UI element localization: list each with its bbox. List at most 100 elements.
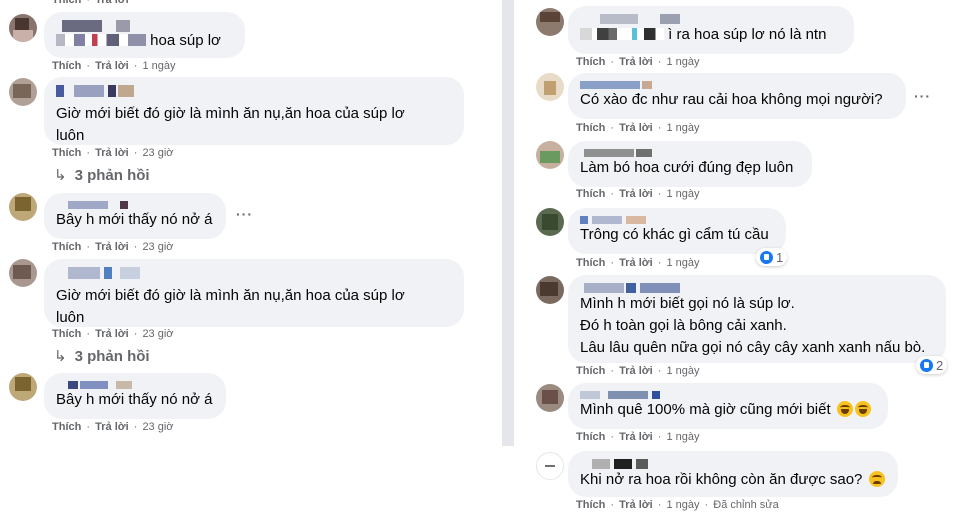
blurred-username[interactable] <box>580 459 886 469</box>
comment-actions: Thích · Trả lời · 23 giờ <box>52 147 174 159</box>
comment-timestamp[interactable]: 1 ngày <box>666 257 699 269</box>
like-link[interactable]: Thích <box>52 0 81 6</box>
reply-arrow-icon: ↳ <box>54 348 67 365</box>
like-reaction-icon <box>760 250 773 264</box>
blurred-username[interactable] <box>56 267 452 281</box>
blurred-username[interactable] <box>56 85 452 99</box>
avatar[interactable] <box>536 73 564 101</box>
comment-timestamp[interactable]: 23 giờ <box>142 421 173 433</box>
comment-timestamp[interactable]: 1 ngày <box>142 60 175 72</box>
comment-actions: Thích · Trả lời · 1 ngày <box>576 431 700 443</box>
view-replies-link[interactable]: ↳ 3 phản hồi <box>54 347 150 365</box>
blurred-username[interactable] <box>580 391 876 399</box>
like-link[interactable]: Thích <box>576 188 605 200</box>
blurred-username[interactable] <box>580 149 800 157</box>
like-link[interactable]: Thích <box>576 257 605 269</box>
blurred-username[interactable] <box>580 81 894 89</box>
laughing-emoji-icon <box>854 401 871 417</box>
reaction-count[interactable]: 2 <box>916 356 948 374</box>
comment-bubble: Trông có khác gì cẩm tú cầu <box>568 208 786 254</box>
avatar[interactable] <box>536 141 564 169</box>
comment-actions: Thích · Trả lời · 1 ngày · Đã chỉnh sửa <box>576 499 779 511</box>
more-options-icon[interactable]: ··· <box>914 88 931 104</box>
like-link[interactable]: Thích <box>52 147 81 159</box>
blurred-username[interactable] <box>580 283 934 293</box>
avatar[interactable] <box>536 208 564 236</box>
avatar[interactable] <box>9 193 37 221</box>
comment-text: Bây h mới thấy nó nở á <box>56 211 213 228</box>
reply-link[interactable]: Trả lời <box>95 0 129 6</box>
avatar[interactable] <box>9 373 37 401</box>
reply-link[interactable]: Trả lời <box>95 60 129 72</box>
like-link[interactable]: Thích <box>52 328 81 340</box>
comment-actions-top: Thích · Trả lời <box>52 0 129 6</box>
comment-text: Khi nở ra hoa rồi không còn ăn được sao? <box>580 471 863 488</box>
comment-timestamp[interactable]: 1 ngày <box>666 365 699 377</box>
more-options-icon[interactable]: ··· <box>236 206 253 222</box>
reply-arrow-icon: ↳ <box>54 167 67 184</box>
avatar[interactable] <box>9 259 37 287</box>
comment-timestamp[interactable]: 1 ngày <box>666 122 699 134</box>
comment-timestamp[interactable]: 23 giờ <box>142 147 173 159</box>
comment-text-line: Lâu lâu quên nữa gọi nó cây cây xanh xan… <box>580 339 926 356</box>
reply-link[interactable]: Trả lời <box>619 365 653 377</box>
avatar[interactable] <box>536 452 564 480</box>
comment-actions: Thích · Trả lời · 23 giờ <box>52 328 174 340</box>
comment-bubble: Giờ mới biết đó giờ là mình ăn nụ,ăn hoa… <box>44 77 464 145</box>
blurred-username[interactable] <box>580 216 774 224</box>
reply-link[interactable]: Trả lời <box>619 499 653 511</box>
like-link[interactable]: Thích <box>576 365 605 377</box>
comment-actions: Thích · Trả lời · 23 giờ <box>52 421 174 433</box>
reaction-count[interactable]: 1 <box>756 248 788 266</box>
like-link[interactable]: Thích <box>576 56 605 68</box>
comment-bubble: Có xào đc như rau cải hoa không mọi ngườ… <box>568 73 906 119</box>
like-link[interactable]: Thích <box>52 60 81 72</box>
reply-link[interactable]: Trả lời <box>95 147 129 159</box>
comment-text: Làm bó hoa cưới đúng đẹp luôn <box>580 159 794 176</box>
comment-bubble: Mình quê 100% mà giờ cũng mới biết <box>568 383 888 429</box>
comment-bubble: hoa súp lơ <box>44 12 245 58</box>
reply-link[interactable]: Trả lời <box>619 56 653 68</box>
comment-timestamp[interactable]: 23 giờ <box>142 328 173 340</box>
comment-timestamp[interactable]: 23 giờ <box>142 241 173 253</box>
comment-actions: Thích · Trả lời · 23 giờ <box>52 241 174 253</box>
reply-link[interactable]: Trả lời <box>619 257 653 269</box>
left-comment-column: Thích · Trả lời hoa súp lơ Thích · Trả l… <box>0 0 500 520</box>
view-replies-link[interactable]: ↳ 3 phản hồi <box>54 166 150 184</box>
reply-link[interactable]: Trả lời <box>95 241 129 253</box>
blurred-username[interactable] <box>56 201 214 209</box>
like-reaction-icon <box>920 358 933 372</box>
comment-actions: Thích · Trả lời · 1 ngày <box>576 188 700 200</box>
comment-timestamp[interactable]: 1 ngày <box>666 499 699 511</box>
comment-timestamp[interactable]: 1 ngày <box>666 431 699 443</box>
blurred-username[interactable] <box>56 381 214 389</box>
like-link[interactable]: Thích <box>52 241 81 253</box>
comment-timestamp[interactable]: 1 ngày <box>666 56 699 68</box>
like-link[interactable]: Thích <box>576 122 605 134</box>
comment-text-line: Đó h toàn gọi là bông cải xanh. <box>580 317 787 334</box>
reply-link[interactable]: Trả lời <box>619 431 653 443</box>
reply-link[interactable]: Trả lời <box>95 421 129 433</box>
comment-text-line: Mình h mới biết gọi nó là súp lơ. <box>580 295 795 312</box>
comment-text: Trông có khác gì cẩm tú cầu <box>580 226 769 243</box>
comment-bubble: Bây h mới thấy nó nở á <box>44 193 226 239</box>
blurred-username[interactable] <box>580 14 842 24</box>
laughing-emoji-icon <box>836 401 853 417</box>
like-link[interactable]: Thích <box>576 499 605 511</box>
reply-link[interactable]: Trả lời <box>619 188 653 200</box>
comment-bubble: Giờ mới biết đó giờ là mình ăn nụ,ăn hoa… <box>44 259 464 327</box>
comment-timestamp[interactable]: 1 ngày <box>666 188 699 200</box>
avatar[interactable] <box>536 384 564 412</box>
reply-link[interactable]: Trả lời <box>619 122 653 134</box>
reply-link[interactable]: Trả lời <box>95 328 129 340</box>
comment-text: Mình quê 100% mà giờ cũng mới biết <box>580 401 831 418</box>
like-link[interactable]: Thích <box>52 421 81 433</box>
avatar[interactable] <box>9 14 37 42</box>
blurred-username[interactable] <box>56 20 233 32</box>
avatar[interactable] <box>536 8 564 36</box>
avatar[interactable] <box>9 78 37 106</box>
comment-actions: Thích · Trả lời · 1 ngày <box>576 122 700 134</box>
like-link[interactable]: Thích <box>576 431 605 443</box>
avatar[interactable] <box>536 276 564 304</box>
comment-text: hoa súp lơ <box>150 32 221 49</box>
